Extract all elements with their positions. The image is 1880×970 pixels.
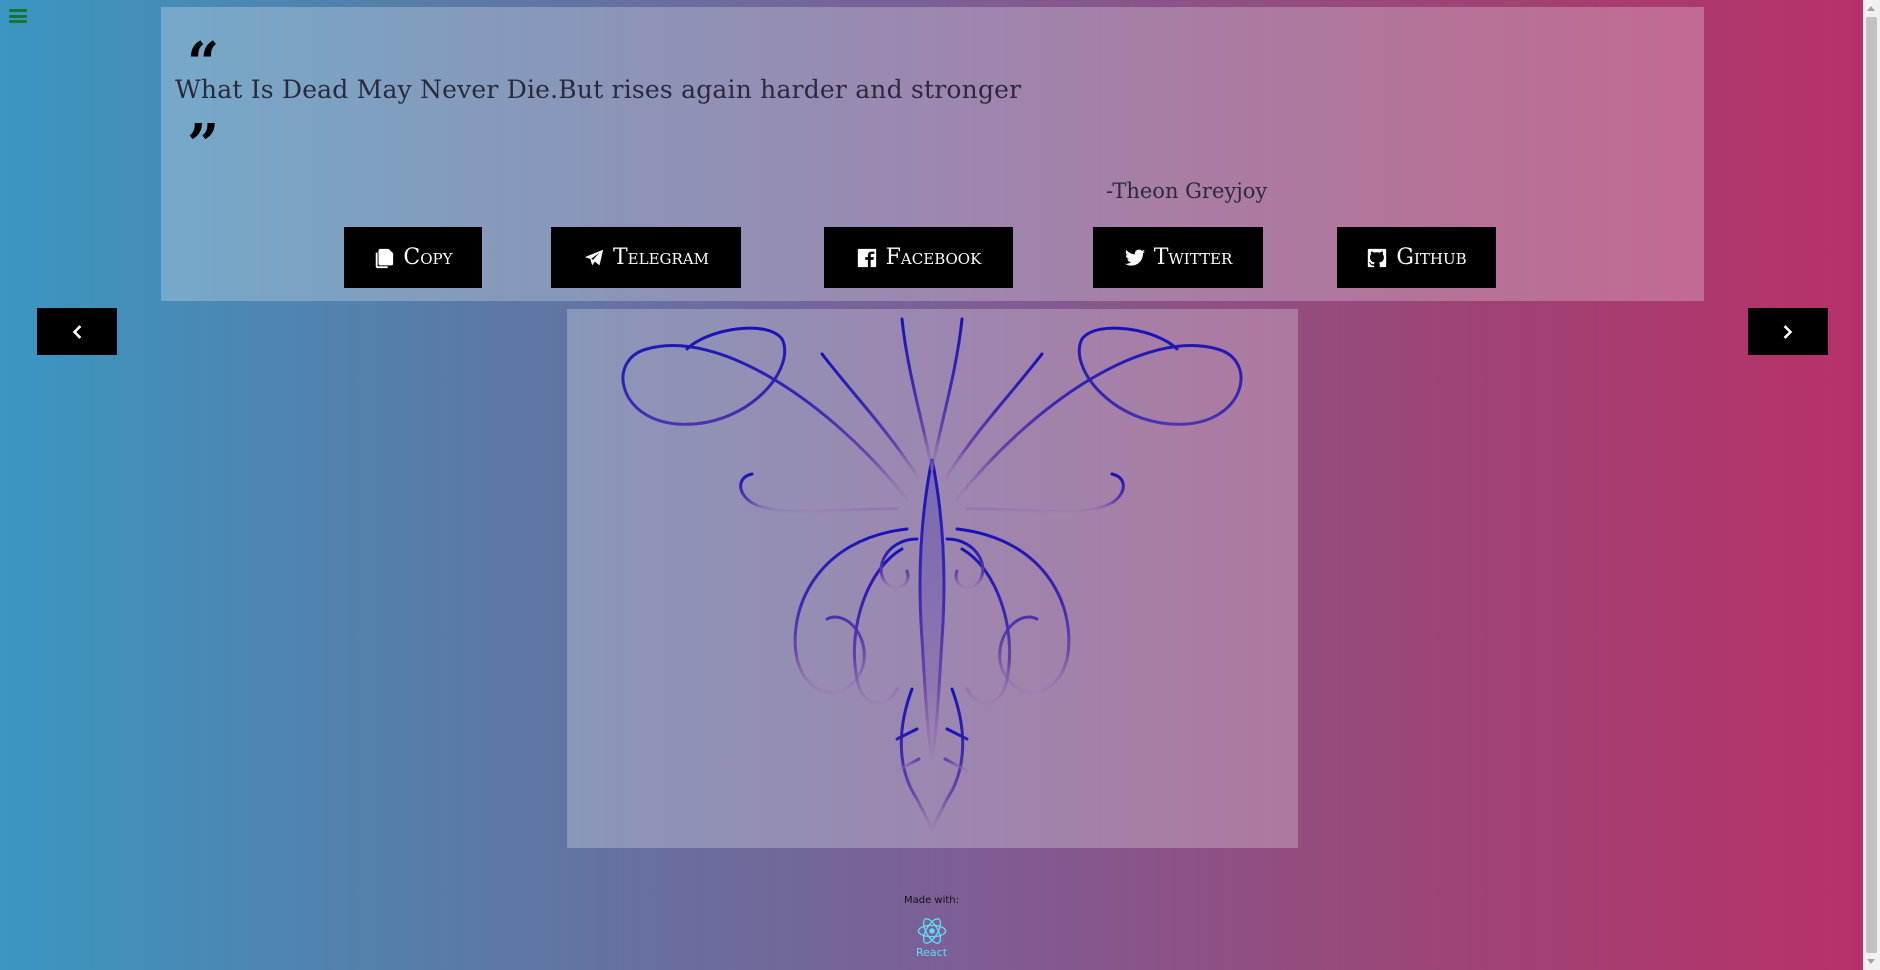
copy-icon [376, 248, 394, 268]
quote-text: What Is Dead May Never Die.But rises aga… [175, 75, 1022, 104]
github-button-label: Github [1396, 245, 1467, 270]
twitter-button-label: Twitter [1153, 245, 1233, 270]
hamburger-menu-icon[interactable] [8, 6, 28, 26]
scroll-up-arrow-icon[interactable] [1867, 6, 1875, 11]
scroll-down-arrow-icon[interactable] [1867, 959, 1875, 964]
footer: Made with: React [0, 895, 1863, 959]
react-logo-icon[interactable] [915, 916, 949, 946]
chevron-right-icon [1783, 324, 1793, 339]
kraken-sigil-icon [621, 317, 1243, 833]
next-quote-button[interactable] [1748, 308, 1828, 355]
facebook-icon [857, 248, 876, 267]
chevron-left-icon [72, 324, 82, 339]
telegram-button[interactable]: Telegram [551, 227, 741, 288]
copy-button-label: Copy [403, 245, 453, 270]
scrollbar-thumb[interactable] [1866, 17, 1877, 953]
github-button[interactable]: Github [1337, 227, 1496, 288]
quote-close-icon: ” [187, 112, 220, 178]
twitter-icon [1124, 249, 1145, 266]
telegram-icon [584, 249, 604, 265]
copy-button[interactable]: Copy [344, 227, 482, 288]
facebook-button[interactable]: Facebook [824, 227, 1013, 288]
github-icon [1368, 248, 1387, 267]
quote-author: -Theon Greyjoy [1106, 179, 1268, 203]
vertical-scrollbar[interactable] [1863, 0, 1880, 970]
facebook-button-label: Facebook [885, 245, 982, 270]
twitter-button[interactable]: Twitter [1093, 227, 1263, 288]
house-sigil-image [567, 309, 1298, 848]
telegram-button-label: Telegram [612, 245, 709, 270]
react-label[interactable]: React [0, 946, 1863, 959]
previous-quote-button[interactable] [37, 308, 117, 355]
made-with-label: Made with: [903, 895, 960, 906]
